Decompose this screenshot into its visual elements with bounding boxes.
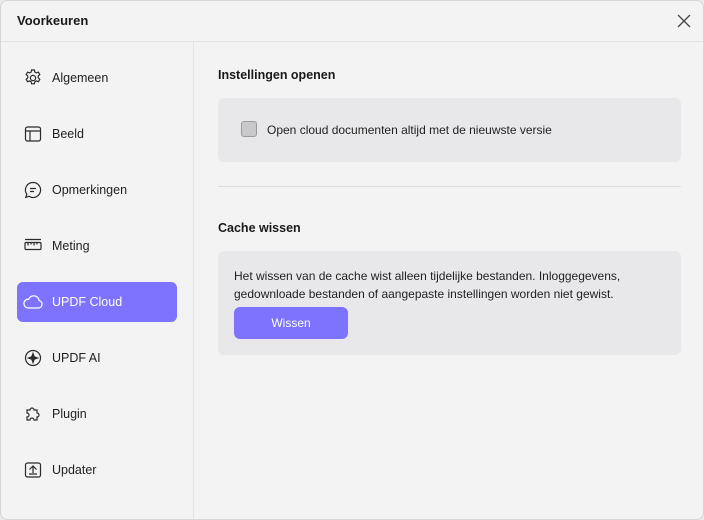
sidebar-item-updf-cloud[interactable]: UPDF Cloud xyxy=(17,282,177,322)
gear-icon xyxy=(22,67,44,89)
preferences-window: Voorkeuren Algemeen Beeld Opmerkingen Me… xyxy=(0,0,704,520)
open-settings-card: Open cloud documenten altijd met de nieu… xyxy=(218,98,681,162)
comment-icon xyxy=(22,179,44,201)
section-divider xyxy=(218,186,681,187)
sidebar-item-label: UPDF AI xyxy=(52,351,101,365)
close-button[interactable] xyxy=(673,10,695,32)
close-icon[interactable] xyxy=(677,14,691,28)
title-bar: Voorkeuren xyxy=(1,1,703,42)
sidebar-item-meting[interactable]: Meting xyxy=(17,226,177,266)
sidebar-item-label: Updater xyxy=(52,463,97,477)
sidebar-item-label: Algemeen xyxy=(52,71,109,85)
sidebar-item-label: Plugin xyxy=(52,407,87,421)
settings-panel: Instellingen openen Open cloud documente… xyxy=(194,42,703,519)
section-title-cache: Cache wissen xyxy=(218,221,301,235)
cloud-icon xyxy=(22,291,44,313)
sidebar-item-opmerkingen[interactable]: Opmerkingen xyxy=(17,170,177,210)
sidebar-item-beeld[interactable]: Beeld xyxy=(17,114,177,154)
sidebar: Algemeen Beeld Opmerkingen Meting UPDF C… xyxy=(1,42,194,519)
ruler-icon xyxy=(22,235,44,257)
sidebar-item-updf-ai[interactable]: UPDF AI xyxy=(17,338,177,378)
cache-description: Het wissen van de cache wist alleen tijd… xyxy=(234,269,621,301)
sidebar-item-label: Opmerkingen xyxy=(52,183,128,197)
section-title-open-settings: Instellingen openen xyxy=(218,68,336,82)
ai-sparkle-icon xyxy=(22,347,44,369)
sidebar-item-algemeen[interactable]: Algemeen xyxy=(17,58,177,98)
open-latest-version-checkbox[interactable] xyxy=(241,121,257,137)
sidebar-item-plugin[interactable]: Plugin xyxy=(17,394,177,434)
puzzle-icon xyxy=(22,403,44,425)
cache-card: Het wissen van de cache wist alleen tijd… xyxy=(218,251,681,355)
window-title: Voorkeuren xyxy=(17,13,89,28)
checkbox-label[interactable]: Open cloud documenten altijd met de nieu… xyxy=(267,123,552,137)
sidebar-item-label: Meting xyxy=(52,239,90,253)
update-icon xyxy=(22,459,44,481)
sidebar-item-updater[interactable]: Updater xyxy=(17,450,177,490)
sidebar-item-label: UPDF Cloud xyxy=(52,295,123,309)
layout-icon xyxy=(22,123,44,145)
sidebar-item-label: Beeld xyxy=(52,127,84,141)
clear-cache-button[interactable]: Wissen xyxy=(234,307,348,339)
